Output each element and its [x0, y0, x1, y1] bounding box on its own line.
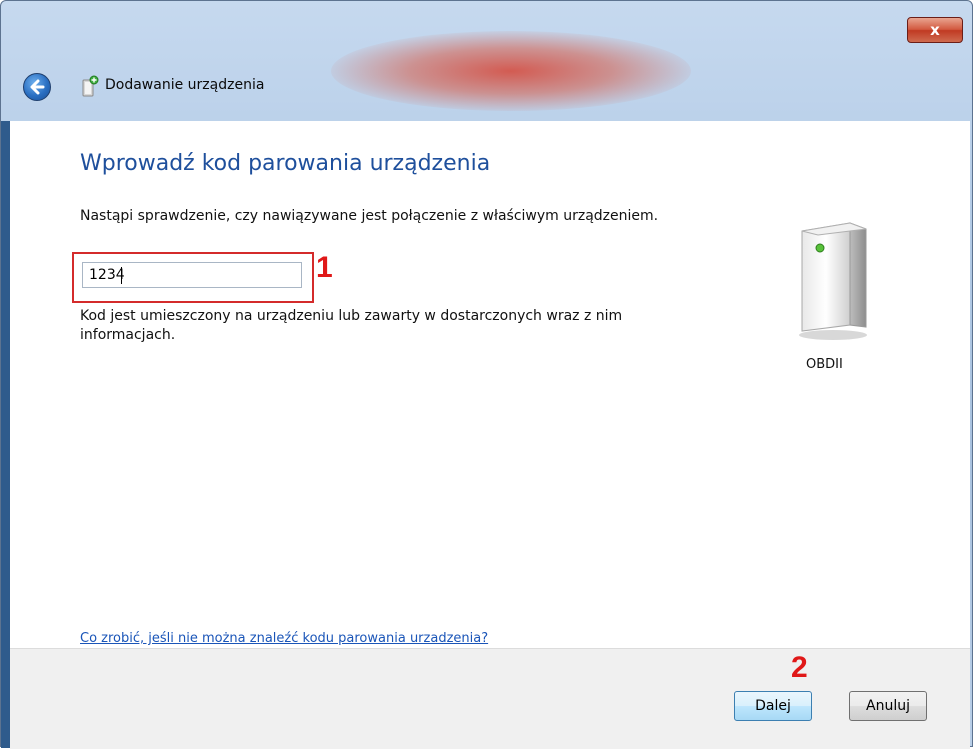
back-arrow-icon	[30, 79, 45, 95]
close-icon: x	[930, 21, 940, 39]
device-tower-icon	[799, 222, 867, 340]
button-bar: 2 Dalej Anuluj	[10, 648, 970, 749]
next-button[interactable]: Dalej	[734, 691, 812, 721]
dialog-window: x Dodawanie urządzenia Wprowadź kod paro…	[0, 0, 973, 749]
close-button[interactable]: x	[907, 17, 963, 43]
text-caret	[121, 267, 122, 284]
device-name: OBDII	[806, 357, 843, 372]
add-device-icon	[82, 75, 99, 97]
cancel-button[interactable]: Anuluj	[849, 691, 927, 721]
back-button[interactable]	[23, 73, 51, 101]
step-marker-1: 1	[316, 251, 333, 284]
content-panel: Wprowadź kod parowania urządzenia Nastąp…	[10, 121, 970, 648]
pairing-code-input[interactable]	[82, 262, 302, 288]
window-title: Dodawanie urządzenia	[105, 77, 265, 93]
titlebar-glow	[331, 31, 691, 111]
window-left-edge	[1, 121, 10, 748]
step-marker-2: 2	[791, 651, 808, 684]
instruction-text: Nastąpi sprawdzenie, czy nawiązywane jes…	[80, 208, 659, 224]
help-link[interactable]: Co zrobić, jeśli nie można znaleźć kodu …	[80, 631, 488, 646]
page-title: Wprowadź kod parowania urządzenia	[80, 151, 491, 176]
hint-text: Kod jest umieszczony na urządzeniu lub z…	[80, 308, 623, 343]
